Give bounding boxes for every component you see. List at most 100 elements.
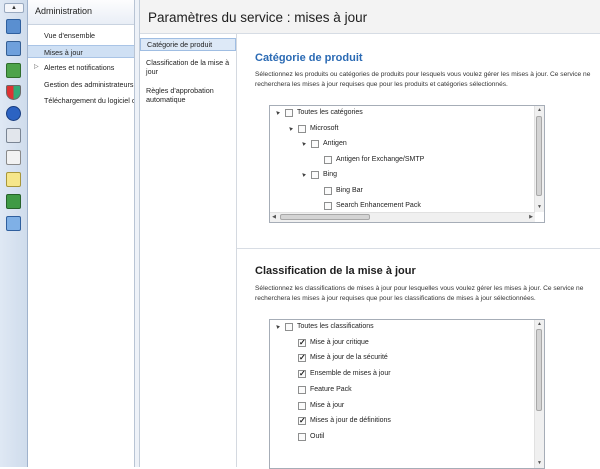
tree-row-label: Mise à jour de la sécurité (310, 354, 388, 362)
section-divider (237, 248, 600, 249)
tree-row[interactable]: ✓ Ensemble de mises à jour (270, 367, 530, 381)
checkbox[interactable]: ✓ (298, 417, 306, 426)
tree-row[interactable]: ▲ Antigen (270, 137, 530, 151)
product-tree-vscrollbar[interactable]: ▲ ▼ (534, 106, 544, 212)
tree-row-label: Antigen (323, 140, 347, 147)
tree-row-label: Mise à jour (310, 401, 345, 409)
nav-header: Administration (28, 0, 134, 25)
scroll-thumb[interactable] (536, 116, 542, 196)
scroll-thumb[interactable] (536, 329, 542, 411)
subnav-item-classification[interactable]: Classification de la mise à jour (140, 58, 230, 76)
tree-row-label: Microsoft (310, 124, 339, 132)
tree-row-label: Mise à jour critique (310, 338, 369, 346)
tree-row-label: Search Enhancement Pack (336, 202, 421, 209)
scroll-right-icon[interactable]: ▶ (527, 213, 535, 221)
tree-row[interactable]: ✓ Mise à jour critique (270, 336, 530, 350)
scroll-down-icon[interactable]: ▼ (535, 459, 544, 467)
settings-icon[interactable] (6, 216, 21, 231)
tree-row[interactable]: Bing Bar (270, 184, 530, 198)
updates-icon[interactable] (6, 63, 21, 78)
tree-row[interactable]: Outil (270, 430, 530, 444)
nav-item-alerts[interactable]: ▷ Alertes et notifications (28, 61, 134, 74)
tree-row[interactable]: ✓ Mise à jour de la sécurité (270, 351, 530, 365)
nav-item-administrators[interactable]: Gestion des administrateurs (28, 78, 134, 91)
scroll-left-icon[interactable]: ◀ (270, 213, 278, 221)
checkbox[interactable] (285, 109, 293, 117)
nav-item-label: Alertes et notifications (44, 63, 115, 72)
deploy-icon[interactable] (6, 150, 21, 165)
server-icon[interactable] (6, 19, 21, 34)
checkbox[interactable]: ✓ (298, 370, 306, 379)
tree-row[interactable]: ▲ Microsoft (270, 122, 530, 136)
expand-toggle-icon[interactable]: ▲ (297, 137, 311, 151)
nav-item-label: Vue d'ensemble (44, 31, 96, 40)
product-tree[interactable]: ▲ Toutes les catégories ▲ Microsoft ▲ Antigen… (269, 105, 545, 223)
classification-title: Classification de la mise à jour (255, 265, 416, 277)
computers-icon[interactable] (6, 41, 21, 56)
nav-item-label: Gestion des administrateurs (44, 80, 134, 89)
expand-arrow-icon[interactable]: ▷ (34, 61, 39, 74)
checkbox[interactable] (298, 124, 306, 133)
tree-row[interactable]: ▲ Toutes les classifications (270, 320, 530, 334)
rail-scroll-up-icon[interactable]: ▲ (4, 3, 24, 13)
checkbox[interactable] (298, 432, 306, 441)
tree-row[interactable]: Search Enhancement Pack (270, 199, 530, 213)
checkbox[interactable]: ✓ (298, 354, 306, 363)
expand-toggle-icon[interactable]: ▲ (271, 106, 285, 120)
subnav-item-product-category[interactable]: Catégorie de produit (140, 38, 236, 51)
tree-row-label: Antigen for Exchange/SMTP (336, 155, 425, 163)
tree-row[interactable]: ▲ Toutes les catégories (270, 106, 530, 120)
checkbox[interactable] (298, 385, 306, 394)
scroll-thumb[interactable] (280, 214, 370, 220)
tree-row-label: Toutes les classifications (297, 323, 374, 330)
icon-rail: ▲ (0, 0, 28, 467)
checkbox[interactable] (285, 323, 293, 331)
expand-toggle-icon[interactable]: ▲ (284, 121, 298, 135)
tree-row[interactable]: Mise à jour (270, 399, 530, 413)
tree-row-label: Feature Pack (310, 385, 352, 393)
settings-subnav: Catégorie de produit Classification de l… (140, 34, 237, 467)
nav-item-overview[interactable]: Vue d'ensemble (28, 29, 134, 42)
classification-description: Sélectionnez les classifications de mise… (255, 285, 584, 302)
tree-row-label: Bing Bar (336, 186, 363, 194)
tree-row[interactable]: ▲ Bing (270, 168, 530, 182)
database-icon[interactable] (6, 194, 21, 209)
expand-toggle-icon[interactable]: ▲ (297, 168, 311, 182)
tree-row-label: Outil (310, 432, 325, 440)
main-area: Paramètres du service : mises à jour Cat… (140, 0, 600, 469)
checkbox[interactable] (324, 186, 332, 195)
tree-row-label: Ensemble de mises à jour (310, 370, 391, 378)
classification-tree-vscrollbar[interactable]: ▲ ▼ (534, 320, 544, 468)
navigation-pane: Administration Vue d'ensemble Mises à jo… (28, 0, 135, 467)
tree-row[interactable]: Feature Pack (270, 383, 530, 397)
tree-row-label: Toutes les catégories (297, 109, 363, 116)
tree-row[interactable]: Antigen for Exchange/SMTP (270, 153, 530, 167)
product-tree-hscrollbar[interactable]: ◀ ▶ (270, 212, 535, 222)
tree-row-label: Bing (323, 171, 338, 178)
nav-item-software-download[interactable]: Téléchargement du logiciel c (28, 94, 134, 107)
page-title: Paramètres du service : mises à jour (148, 10, 368, 25)
checkbox[interactable] (324, 155, 332, 164)
checkbox[interactable] (298, 401, 306, 410)
tree-row-label: Mises à jour de définitions (310, 417, 391, 425)
checkbox[interactable] (324, 202, 332, 210)
product-category-title: Catégorie de produit (255, 52, 363, 64)
expand-toggle-icon[interactable]: ▲ (271, 320, 285, 334)
subnav-item-auto-approval[interactable]: Règles d'approbation automatique (140, 86, 230, 104)
scroll-up-icon[interactable]: ▲ (535, 320, 544, 328)
nav-item-label: Mises à jour (44, 48, 83, 57)
nav-item-updates[interactable]: Mises à jour (28, 45, 134, 58)
settings-content: Catégorie de produit Sélectionnez les pr… (237, 34, 600, 469)
checkbox[interactable] (311, 140, 319, 148)
reports-icon[interactable] (6, 128, 21, 143)
checkbox[interactable] (311, 171, 319, 179)
scroll-up-icon[interactable]: ▲ (535, 106, 544, 114)
checkbox[interactable]: ✓ (298, 338, 306, 347)
security-icon[interactable] (6, 85, 21, 100)
info-icon[interactable] (6, 106, 21, 121)
product-category-description: Sélectionnez les produits ou catégories … (255, 71, 591, 88)
tree-row[interactable]: ✓ Mises à jour de définitions (270, 414, 530, 428)
notes-icon[interactable] (6, 172, 21, 187)
classification-tree[interactable]: ▲ Toutes les classifications ✓ Mise à jour … (269, 319, 545, 469)
scroll-down-icon[interactable]: ▼ (535, 203, 544, 211)
